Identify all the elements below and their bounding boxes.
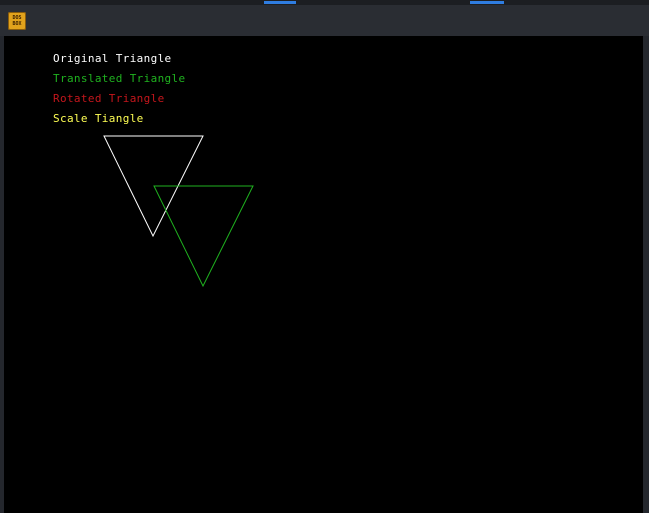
- window-border: [643, 36, 649, 513]
- icon-text-line2: BOX: [12, 21, 22, 27]
- tab-indicator[interactable]: [470, 1, 504, 4]
- title-bar: DOS BOX: [0, 5, 649, 36]
- dosbox-icon[interactable]: DOS BOX: [8, 12, 26, 30]
- dos-screen[interactable]: Original Triangle Translated Triangle Ro…: [4, 36, 643, 513]
- dosbox-window: DOS BOX Original Triangle Translated Tri…: [0, 0, 649, 513]
- translated-triangle: [153, 185, 254, 288]
- drawing-canvas: [103, 135, 254, 288]
- tab-indicator[interactable]: [264, 1, 296, 4]
